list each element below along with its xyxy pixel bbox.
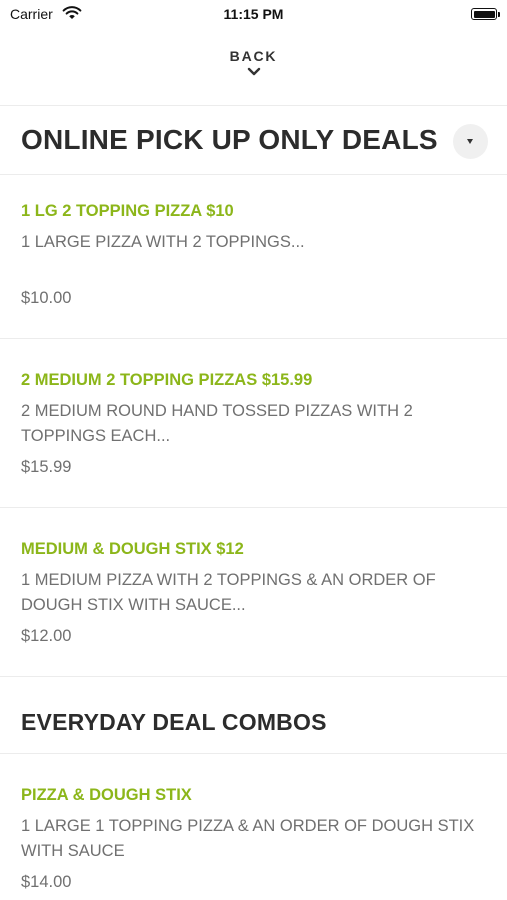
item-price: $14.00 bbox=[21, 873, 72, 891]
item-price: $15.99 bbox=[21, 458, 72, 476]
item-description: 1 LARGE 1 TOPPING PIZZA & AN ORDER OF DO… bbox=[21, 817, 475, 860]
item-price: $10.00 bbox=[21, 289, 72, 307]
item-name: 1 LG 2 TOPPING PIZZA $10 bbox=[21, 202, 234, 220]
status-time: 11:15 PM bbox=[223, 6, 284, 22]
item-description: 1 MEDIUM PIZZA WITH 2 TOPPINGS & AN ORDE… bbox=[21, 571, 436, 614]
divider bbox=[0, 676, 507, 677]
item-price: $12.00 bbox=[21, 627, 72, 645]
item-name: PIZZA & DOUGH STIX bbox=[21, 786, 192, 804]
menu-item[interactable]: 2 MEDIUM 2 TOPPING PIZZAS $15.99 2 MEDIU… bbox=[0, 339, 507, 507]
divider bbox=[0, 105, 507, 106]
item-description: 2 MEDIUM ROUND HAND TOSSED PIZZAS WITH 2… bbox=[21, 402, 413, 445]
status-bar: Carrier 11:15 PM bbox=[0, 0, 507, 30]
section-dropdown-button[interactable] bbox=[453, 124, 488, 159]
section-title: ONLINE PICK UP ONLY DEALS bbox=[21, 124, 438, 155]
item-name: 2 MEDIUM 2 TOPPING PIZZAS $15.99 bbox=[21, 371, 313, 389]
section-title: EVERYDAY DEAL COMBOS bbox=[21, 709, 327, 735]
back-label: BACK bbox=[229, 48, 278, 64]
menu-item[interactable]: 1 LG 2 TOPPING PIZZA $10 1 LARGE PIZZA W… bbox=[0, 175, 507, 338]
item-description: 1 LARGE PIZZA WITH 2 TOPPINGS... bbox=[21, 233, 305, 251]
back-button[interactable]: BACK bbox=[0, 48, 507, 77]
item-name: MEDIUM & DOUGH STIX $12 bbox=[21, 540, 244, 558]
menu-item[interactable]: MEDIUM & DOUGH STIX $12 1 MEDIUM PIZZA W… bbox=[0, 508, 507, 676]
caret-down-icon bbox=[467, 139, 473, 144]
battery-icon bbox=[471, 8, 500, 20]
menu-item[interactable]: PIZZA & DOUGH STIX 1 LARGE 1 TOPPING PIZ… bbox=[0, 754, 507, 900]
chevron-down-icon bbox=[247, 67, 260, 76]
